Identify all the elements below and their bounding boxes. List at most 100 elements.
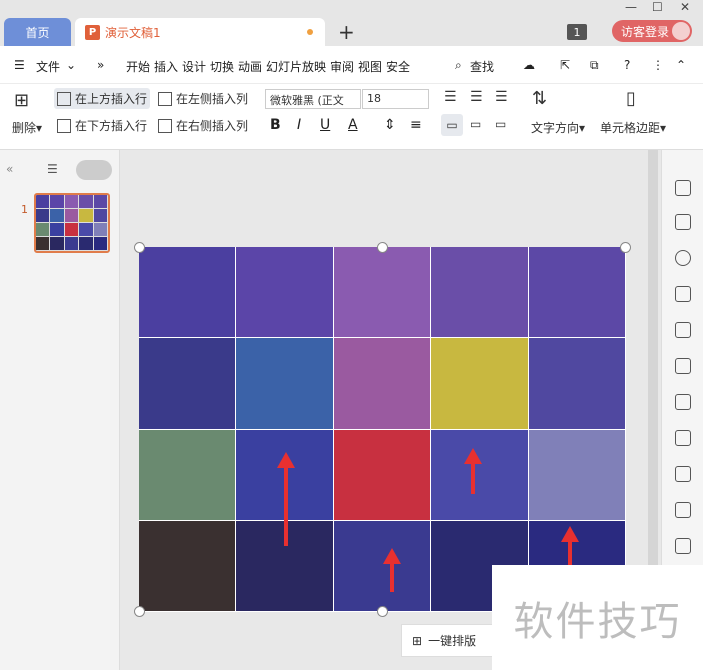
help-icon[interactable]: ? [624, 58, 630, 72]
table-cell[interactable] [333, 520, 432, 612]
object-icon[interactable] [675, 214, 691, 230]
share-icon[interactable]: ⇱ [560, 58, 570, 72]
insert-row-above-button[interactable]: 在上方插入行 [54, 88, 151, 109]
chevron-down-icon[interactable]: ⌄ [66, 58, 76, 72]
close-icon[interactable]: ✕ [680, 0, 690, 14]
menu-animation[interactable]: 动画 [238, 58, 262, 75]
chart-icon[interactable] [675, 394, 691, 410]
guest-login-button[interactable]: 访客登录 [612, 20, 692, 42]
align-middle-icon[interactable]: ▭ [470, 117, 481, 131]
more-icon[interactable]: » [97, 58, 104, 72]
hamburger-icon[interactable]: ☰ [14, 58, 25, 72]
table-cell[interactable] [50, 209, 65, 223]
menu-slideshow[interactable]: 幻灯片放映 [266, 58, 326, 75]
table-cell[interactable] [139, 429, 237, 521]
cloud-icon[interactable]: ☁ [523, 58, 535, 72]
table-cell[interactable] [93, 223, 108, 237]
table-cell[interactable] [139, 520, 237, 612]
tab-home[interactable]: 首页 [4, 18, 71, 46]
align-center-icon[interactable]: ☰ [470, 89, 483, 105]
insert-col-left-button[interactable]: 在左侧插入列 [158, 90, 248, 107]
align-right-icon[interactable]: ☰ [495, 89, 508, 105]
menu-start[interactable]: 开始 [126, 58, 150, 75]
underline-button[interactable]: U [320, 117, 330, 133]
resize-handle-tl[interactable] [134, 242, 145, 253]
table-cell[interactable] [431, 429, 529, 521]
resize-handle-bottom[interactable] [377, 606, 388, 617]
slide-view-toggle[interactable] [76, 160, 112, 180]
table-cell[interactable] [50, 223, 65, 237]
text-direction-button[interactable]: 文字方向 ▾ [531, 119, 585, 136]
table-cell[interactable] [36, 209, 51, 223]
table-cell[interactable] [79, 195, 94, 209]
table-cell[interactable] [64, 237, 80, 251]
menu-insert[interactable]: 插入 [154, 58, 178, 75]
table-cell[interactable] [93, 237, 108, 251]
font-size-select[interactable]: 18 [362, 89, 429, 109]
tab-document[interactable]: P 演示文稿1 [75, 18, 325, 46]
table-cell[interactable] [139, 338, 237, 430]
menu-view[interactable]: 视图 [358, 58, 382, 75]
italic-button[interactable]: I [297, 117, 301, 133]
table-cell[interactable] [333, 247, 432, 339]
table-cell[interactable] [50, 195, 65, 209]
window-count-badge[interactable]: 1 [567, 24, 587, 40]
table-cell[interactable] [79, 237, 94, 251]
paragraph-icon[interactable]: ≡ [410, 117, 422, 133]
collapse-panel-icon[interactable]: « [6, 162, 13, 176]
picture-icon[interactable] [675, 466, 691, 482]
table-cell[interactable] [93, 209, 108, 223]
menu-review[interactable]: 审阅 [330, 58, 354, 75]
export-side-icon[interactable] [675, 502, 691, 518]
search-icon[interactable]: ⌕ [455, 58, 462, 73]
minimize-icon[interactable]: — [625, 0, 637, 14]
insert-row-below-button[interactable]: 在下方插入行 [57, 117, 147, 134]
table-cell[interactable] [236, 247, 334, 339]
table-cell[interactable] [333, 338, 432, 430]
table-cell[interactable] [64, 209, 80, 223]
cell-margin-button[interactable]: 单元格边距 ▾ [600, 119, 666, 136]
menu-file[interactable]: 文件 [36, 58, 60, 75]
table-cell[interactable] [528, 338, 626, 430]
cell-margin-icon[interactable]: ▯ [626, 88, 636, 109]
export-icon[interactable]: ⧉ [590, 58, 599, 73]
menu-security[interactable]: 安全 [386, 58, 410, 75]
text-direction-icon[interactable]: ⇅ [532, 88, 547, 109]
menu-switch[interactable]: 切换 [210, 58, 234, 75]
new-tab-icon[interactable]: + [338, 18, 355, 46]
bold-button[interactable]: B [270, 117, 281, 133]
archive-icon[interactable] [675, 538, 691, 554]
fill-icon[interactable] [675, 286, 691, 302]
table-cell[interactable] [236, 338, 334, 430]
table-cell[interactable] [79, 223, 94, 237]
font-family-select[interactable]: 微软雅黑 (正文 [265, 89, 361, 109]
adjust-icon[interactable] [675, 430, 691, 446]
table-cell[interactable] [139, 247, 237, 339]
font-color-button[interactable]: A [348, 117, 358, 133]
shape-icon[interactable] [675, 250, 691, 266]
table-cell[interactable] [64, 195, 80, 209]
line-spacing-icon[interactable]: ⇕ [384, 117, 396, 133]
more-options-icon[interactable]: ⋮ [652, 58, 664, 72]
insert-col-right-button[interactable]: 在右侧插入列 [158, 117, 248, 134]
menu-design[interactable]: 设计 [182, 58, 206, 75]
vertical-scrollbar[interactable] [648, 150, 658, 570]
align-bottom-icon[interactable]: ▭ [495, 117, 506, 131]
property-icon[interactable] [675, 180, 691, 196]
table-cell[interactable] [528, 247, 626, 339]
resize-handle-top[interactable] [377, 242, 388, 253]
table-cell[interactable] [36, 237, 51, 251]
table-cell[interactable] [93, 195, 108, 209]
delete-table-icon[interactable]: ⊞ [14, 90, 29, 111]
align-top-icon[interactable]: ▭ [441, 114, 463, 136]
table-cell[interactable] [64, 223, 80, 237]
table-cell[interactable] [333, 429, 432, 521]
table-cell[interactable] [431, 338, 529, 430]
table-cell[interactable] [50, 237, 65, 251]
outline-view-icon[interactable]: ☰ [47, 162, 58, 176]
resize-handle-tr[interactable] [620, 242, 631, 253]
align-left-icon[interactable]: ☰ [444, 89, 457, 105]
table-cell[interactable] [431, 247, 529, 339]
resize-handle-bl[interactable] [134, 606, 145, 617]
slide-thumbnail[interactable] [34, 193, 110, 253]
